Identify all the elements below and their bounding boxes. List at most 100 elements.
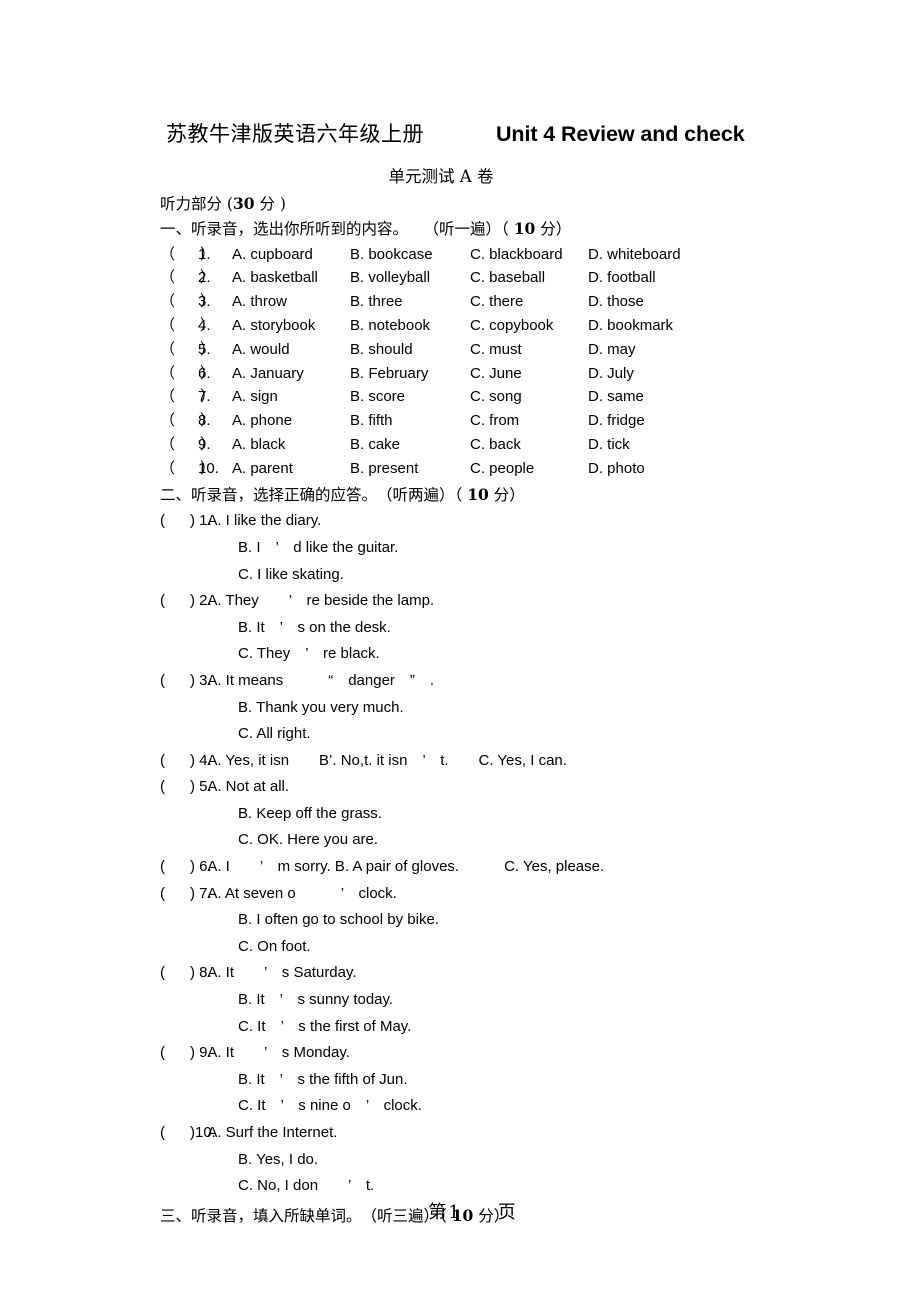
option-a[interactable]: A. It means “ danger ” . bbox=[204, 668, 434, 695]
option-d[interactable]: D. whiteboard bbox=[588, 243, 708, 267]
answer-blank[interactable]: ( ) 4. bbox=[160, 748, 212, 775]
option-c[interactable]: C. It ’ s the first of May. bbox=[0, 1014, 920, 1041]
option-b[interactable]: B. notebook bbox=[350, 314, 470, 338]
option-b[interactable]: B. score bbox=[350, 385, 470, 409]
answer-blank[interactable]: ( ) 6. bbox=[160, 854, 212, 881]
answer-blank[interactable]: （ ） bbox=[160, 338, 215, 362]
answer-blank[interactable]: （ ） bbox=[160, 409, 215, 433]
option-b[interactable]: B. It ’ s sunny today. bbox=[0, 987, 920, 1014]
answer-blank[interactable]: ( ) 8. bbox=[160, 960, 212, 987]
question-number: 10. bbox=[198, 459, 219, 477]
option-c[interactable]: C. I like skating. bbox=[0, 562, 920, 589]
option-b[interactable]: B. Yes, I do. bbox=[0, 1147, 920, 1174]
option-d[interactable]: D. tick bbox=[588, 433, 708, 457]
option-a[interactable]: A. Surf the Internet. bbox=[204, 1120, 337, 1147]
option-c[interactable]: C. song bbox=[470, 385, 588, 409]
option-b[interactable]: B. volleyball bbox=[350, 266, 470, 290]
answer-blank[interactable]: （ ） bbox=[160, 290, 215, 314]
option-b[interactable]: B. Thank you very much. bbox=[0, 695, 920, 722]
option-a[interactable]: A. sign bbox=[232, 385, 350, 409]
option-a[interactable]: A. throw bbox=[232, 290, 350, 314]
option-b[interactable]: B. three bbox=[350, 290, 470, 314]
response-choice-row: ( ) 1. A. I like the diary. bbox=[0, 508, 920, 535]
answer-blank[interactable]: ( ) 1. bbox=[160, 508, 212, 535]
answer-blank[interactable]: （ ） bbox=[160, 314, 215, 338]
question-number: 1. bbox=[198, 245, 211, 263]
listening-choice-row: （ ） 4. A. storybook B. notebook C. copybook D… bbox=[0, 314, 920, 338]
option-a[interactable]: A. I like the diary. bbox=[204, 508, 321, 535]
option-a[interactable]: A. At seven o ’ clock. bbox=[204, 881, 397, 908]
option-b[interactable]: B. Keep off the grass. bbox=[0, 801, 920, 828]
option-a[interactable]: A. cupboard bbox=[232, 243, 350, 267]
option-b[interactable]: B. I often go to school by bike. bbox=[0, 907, 920, 934]
answer-blank[interactable]: （ ） bbox=[160, 457, 215, 481]
answer-blank[interactable]: ( ) 9. bbox=[160, 1040, 212, 1067]
option-c[interactable]: C. back bbox=[470, 433, 588, 457]
option-b[interactable]: B. should bbox=[350, 338, 470, 362]
option-c[interactable]: C. It ’ s nine o ’ clock. bbox=[0, 1093, 920, 1120]
answer-blank[interactable]: （ ） bbox=[160, 362, 215, 386]
answer-blank[interactable]: ( ) 7. bbox=[160, 881, 212, 908]
listening-choice-row: （ ） 2. A. basketball B. volleyball C. baseba… bbox=[0, 266, 920, 290]
option-d[interactable]: D. fridge bbox=[588, 409, 708, 433]
option-c[interactable]: C. there bbox=[470, 290, 588, 314]
option-c[interactable]: C. On foot. bbox=[0, 934, 920, 961]
option-a[interactable]: A. basketball bbox=[232, 266, 350, 290]
option-c[interactable]: C. They ’ re black. bbox=[0, 641, 920, 668]
option-b[interactable]: B. cake bbox=[350, 433, 470, 457]
option-b[interactable]: B. February bbox=[350, 362, 470, 386]
option-c[interactable]: C. people bbox=[470, 457, 588, 481]
option-a[interactable]: A. storybook bbox=[232, 314, 350, 338]
section-one-score: 10 bbox=[513, 218, 536, 238]
option-c[interactable]: C. All right. bbox=[0, 721, 920, 748]
option-a[interactable]: A. would bbox=[232, 338, 350, 362]
option-c[interactable]: C. June bbox=[470, 362, 588, 386]
option-b[interactable]: B. fifth bbox=[350, 409, 470, 433]
option-a[interactable]: A. I ’ m sorry. B. A pair of gloves. C. … bbox=[204, 854, 604, 881]
answer-blank[interactable]: ( ) 3. bbox=[160, 668, 212, 695]
answer-blank[interactable]: （ ） bbox=[160, 433, 215, 457]
option-a[interactable]: A. January bbox=[232, 362, 350, 386]
answer-blank[interactable]: （ ） bbox=[160, 385, 215, 409]
option-a[interactable]: A. Not at all. bbox=[204, 774, 289, 801]
option-b[interactable]: B. It ’ s on the desk. bbox=[0, 615, 920, 642]
option-d[interactable]: D. same bbox=[588, 385, 708, 409]
footer-page-number: 1 bbox=[448, 1202, 460, 1223]
option-c[interactable]: C. No, I don ’ t. bbox=[0, 1173, 920, 1200]
question-number: 9. bbox=[198, 435, 211, 453]
listening-choice-row: （ ） 6. A. January B. February C. June D. July bbox=[0, 362, 920, 386]
option-c[interactable]: C. must bbox=[470, 338, 588, 362]
option-a[interactable]: A. black bbox=[232, 433, 350, 457]
option-a[interactable]: A. phone bbox=[232, 409, 350, 433]
answer-blank[interactable]: ( )10. bbox=[160, 1120, 216, 1147]
option-d[interactable]: D. July bbox=[588, 362, 708, 386]
option-a[interactable]: A. It ’ s Monday. bbox=[204, 1040, 350, 1067]
option-d[interactable]: D. may bbox=[588, 338, 708, 362]
answer-blank[interactable]: （ ） bbox=[160, 266, 215, 290]
option-d[interactable]: D. football bbox=[588, 266, 708, 290]
option-d[interactable]: D. those bbox=[588, 290, 708, 314]
option-c[interactable]: C. copybook bbox=[470, 314, 588, 338]
option-b[interactable]: B. I ’ d like the guitar. bbox=[0, 535, 920, 562]
answer-blank[interactable]: ( ) 5. bbox=[160, 774, 212, 801]
option-c[interactable]: C. OK. Here you are. bbox=[0, 827, 920, 854]
option-a[interactable]: A. It ’ s Saturday. bbox=[204, 960, 356, 987]
option-a[interactable]: A. Yes, it isn B’. No,t. it isn ’ t. C. … bbox=[204, 748, 567, 775]
answer-blank[interactable]: ( ) 2. bbox=[160, 588, 212, 615]
response-choice-row: ( ) 6. A. I ’ m sorry. B. A pair of glov… bbox=[0, 854, 920, 881]
option-a[interactable]: A. They ’ re beside the lamp. bbox=[204, 588, 434, 615]
option-d[interactable]: D. photo bbox=[588, 457, 708, 481]
option-a[interactable]: A. parent bbox=[232, 457, 350, 481]
option-b[interactable]: B. It ’ s the fifth of Jun. bbox=[0, 1067, 920, 1094]
option-c[interactable]: C. baseball bbox=[470, 266, 588, 290]
option-c[interactable]: C. blackboard bbox=[470, 243, 588, 267]
option-d[interactable]: D. bookmark bbox=[588, 314, 708, 338]
section-two-heading: 二、听录音，选择正确的应答。 （听两遍）（ 10 分） bbox=[0, 483, 920, 508]
option-c[interactable]: C. from bbox=[470, 409, 588, 433]
exam-page: 苏教牛津版英语六年级上册 Unit 4 Review and check 单元测… bbox=[0, 0, 920, 1303]
section-two-score: 10 bbox=[467, 484, 489, 504]
option-b[interactable]: B. present bbox=[350, 457, 470, 481]
question-number: 5. bbox=[198, 340, 211, 358]
option-b[interactable]: B. bookcase bbox=[350, 243, 470, 267]
answer-blank[interactable]: （ ） bbox=[160, 243, 215, 267]
